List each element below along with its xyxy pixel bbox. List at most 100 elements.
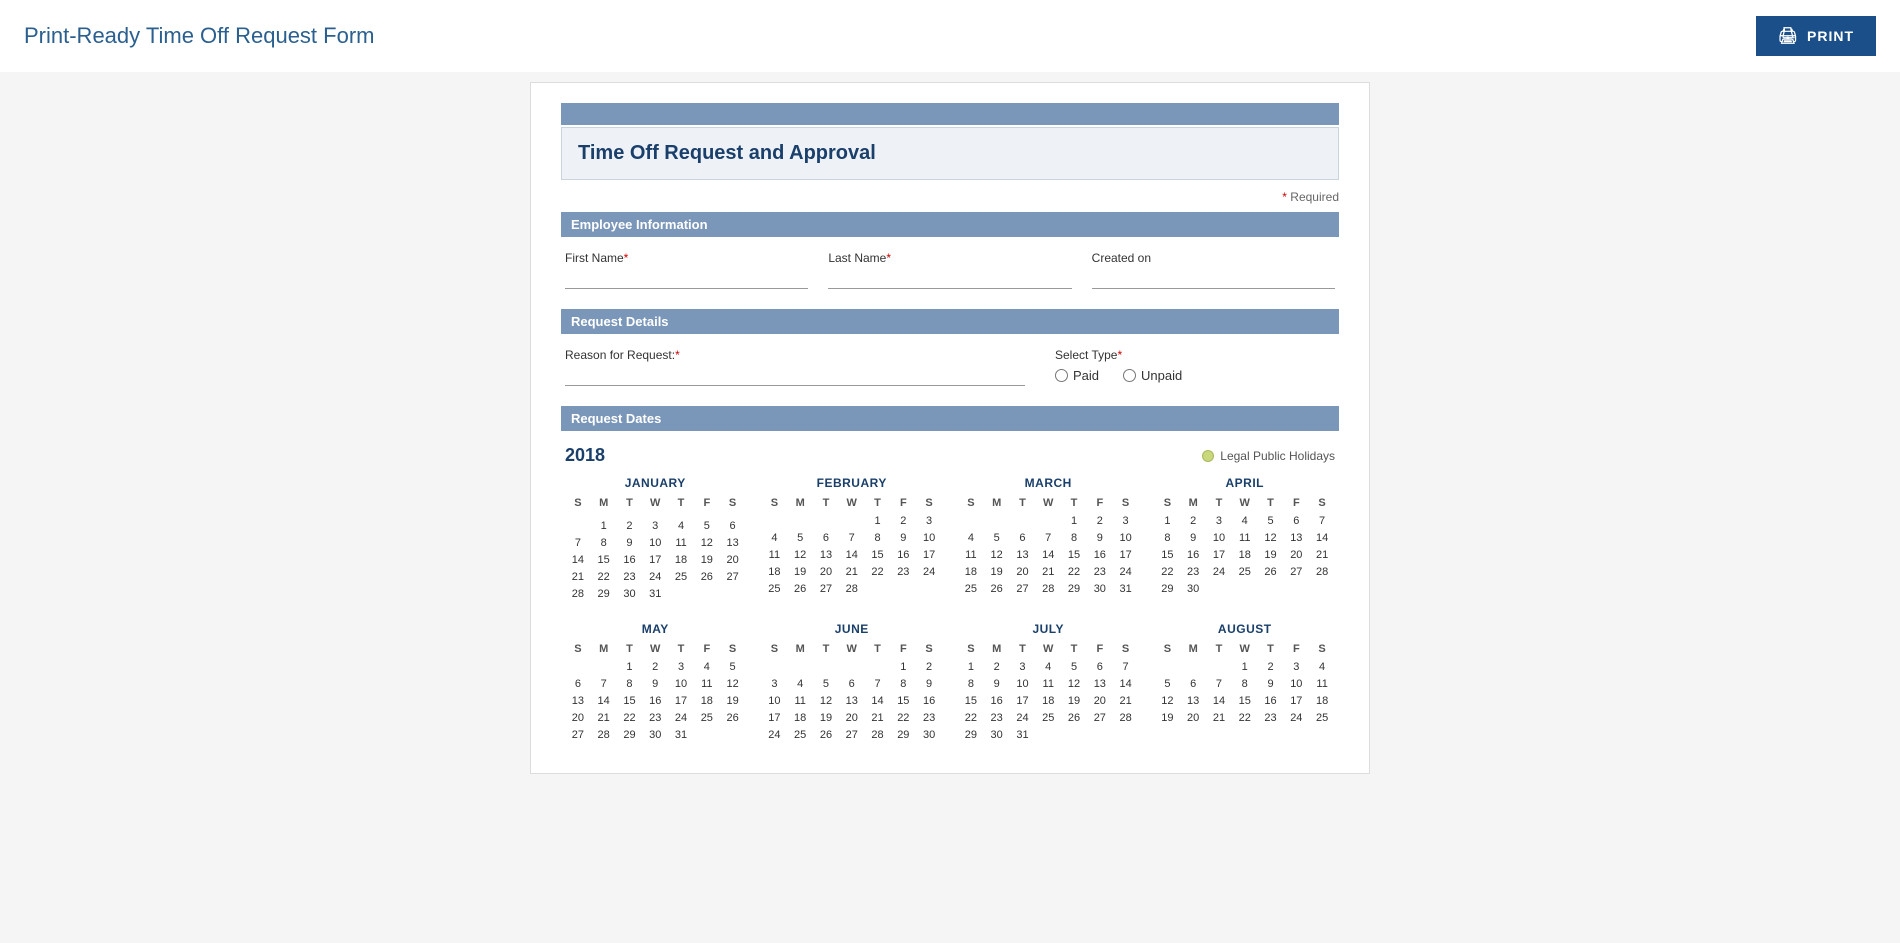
calendar-week: 15161718192021 [1155, 547, 1336, 563]
cal-day: 22 [591, 569, 617, 585]
cal-day: 23 [1258, 710, 1284, 726]
cal-day: 1 [890, 659, 916, 675]
cal-day: 5 [984, 530, 1010, 546]
cal-day [1113, 727, 1139, 743]
calendar-week: 123456 [565, 518, 746, 534]
paid-radio[interactable] [1055, 369, 1068, 382]
cal-day: 23 [984, 710, 1010, 726]
calendar-week: 2728293031 [565, 727, 746, 743]
cal-day: 3 [1010, 659, 1036, 675]
calendar-week: 19202122232425 [1155, 710, 1336, 726]
request-dates-section: Request Dates 2018 Legal Public Holidays… [561, 406, 1339, 743]
form-wrapper: Time Off Request and Approval * * Requir… [530, 82, 1370, 774]
cal-day: 25 [1309, 710, 1335, 726]
paid-option[interactable]: Paid [1055, 368, 1099, 383]
unpaid-radio[interactable] [1123, 369, 1136, 382]
holiday-legend-label: Legal Public Holidays [1220, 449, 1335, 463]
created-on-input[interactable] [1092, 269, 1335, 289]
dow-label: M [787, 642, 813, 656]
cal-day: 7 [1206, 676, 1232, 692]
cal-day: 7 [865, 676, 891, 692]
cal-day: 28 [565, 586, 591, 602]
cal-day: 13 [1087, 676, 1113, 692]
first-name-group: First Name* [565, 251, 808, 289]
cal-day: 2 [916, 659, 942, 675]
cal-day [839, 659, 865, 675]
cal-day: 7 [565, 535, 591, 551]
cal-day: 18 [762, 564, 788, 580]
cal-day [565, 518, 591, 534]
cal-day [565, 513, 591, 517]
cal-day: 3 [1283, 659, 1309, 675]
print-button-label: PRINT [1807, 28, 1854, 44]
cal-day: 13 [565, 693, 591, 709]
calendar-july: JULYSMTWTFS12345678910111213141516171819… [958, 622, 1139, 743]
cal-day: 15 [890, 693, 916, 709]
unpaid-option[interactable]: Unpaid [1123, 368, 1182, 383]
cal-day: 3 [668, 659, 694, 675]
dow-label: T [1061, 496, 1087, 510]
calendar-weeks: 1234567891011121314151617181920212223242… [1155, 513, 1336, 597]
calendar-week: 2930 [1155, 581, 1336, 597]
calendar-week: 24252627282930 [762, 727, 943, 743]
calendar-weeks: 1234567891011121314151617181920212223242… [958, 659, 1139, 743]
dow-row: SMTWTFS [1155, 496, 1336, 510]
dow-row: SMTWTFS [565, 496, 746, 510]
cal-day: 11 [762, 547, 788, 563]
cal-day: 29 [890, 727, 916, 743]
cal-day: 18 [787, 710, 813, 726]
cal-day: 28 [865, 727, 891, 743]
cal-day: 24 [916, 564, 942, 580]
dow-label: S [762, 496, 788, 510]
cal-day: 30 [916, 727, 942, 743]
cal-day: 13 [1180, 693, 1206, 709]
cal-day [890, 581, 916, 597]
cal-day: 24 [1010, 710, 1036, 726]
cal-day: 9 [1087, 530, 1113, 546]
cal-day [787, 513, 813, 529]
month-name-june: JUNE [762, 622, 943, 636]
cal-day: 6 [839, 676, 865, 692]
last-name-input[interactable] [828, 269, 1071, 289]
dow-label: M [1180, 642, 1206, 656]
dow-label: F [694, 496, 720, 510]
cal-day: 29 [1155, 581, 1181, 597]
cal-day: 25 [958, 581, 984, 597]
cal-day: 17 [916, 547, 942, 563]
reason-input[interactable] [565, 366, 1025, 386]
cal-day [1180, 659, 1206, 675]
cal-day [839, 513, 865, 529]
cal-day: 25 [787, 727, 813, 743]
cal-day: 21 [865, 710, 891, 726]
cal-day: 5 [787, 530, 813, 546]
cal-day: 1 [1155, 513, 1181, 529]
cal-day: 16 [1258, 693, 1284, 709]
calendar-week [565, 513, 746, 517]
form-title-box: Time Off Request and Approval [561, 127, 1339, 180]
month-name-august: AUGUST [1155, 622, 1336, 636]
cal-day: 11 [1232, 530, 1258, 546]
print-button[interactable]: 🖨 PRINT [1756, 16, 1876, 56]
cal-day: 8 [1232, 676, 1258, 692]
cal-day: 6 [813, 530, 839, 546]
select-type-label: Select Type* [1055, 348, 1335, 362]
dow-label: T [668, 642, 694, 656]
cal-day: 22 [1061, 564, 1087, 580]
calendar-week: 11121314151617 [958, 547, 1139, 563]
dow-label: S [1155, 496, 1181, 510]
cal-day [813, 659, 839, 675]
first-name-input[interactable] [565, 269, 808, 289]
cal-day [1232, 581, 1258, 597]
dow-label: S [916, 496, 942, 510]
calendar-week: 293031 [958, 727, 1139, 743]
cal-day: 24 [642, 569, 668, 585]
dow-label: S [1155, 642, 1181, 656]
cal-day: 13 [839, 693, 865, 709]
dow-label: S [1309, 496, 1335, 510]
cal-day: 8 [865, 530, 891, 546]
month-name-february: FEBRUARY [762, 476, 943, 490]
cal-day: 5 [694, 518, 720, 534]
cal-day [1061, 727, 1087, 743]
calendar-week: 17181920212223 [762, 710, 943, 726]
cal-day: 8 [617, 676, 643, 692]
